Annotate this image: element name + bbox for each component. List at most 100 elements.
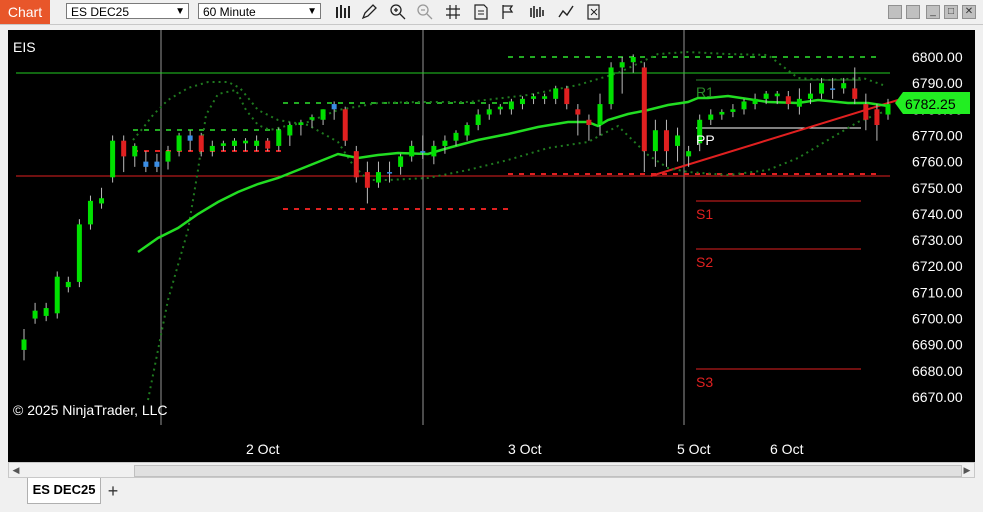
- candle: [497, 104, 503, 115]
- candle: [165, 145, 171, 170]
- candle: [830, 77, 836, 99]
- instrument-value: ES DEC25: [71, 5, 130, 19]
- candle: [586, 114, 592, 141]
- price-tick-label: 6700.00: [912, 311, 963, 327]
- horizontal-scrollbar[interactable]: ◀ ▶: [8, 462, 975, 478]
- interval-select[interactable]: 60 Minute ▼: [198, 3, 321, 19]
- candle: [542, 93, 548, 105]
- candle: [398, 153, 404, 175]
- bars-icon[interactable]: [334, 3, 352, 21]
- minimize-button[interactable]: [888, 5, 902, 19]
- interval-value: 60 Minute: [203, 5, 256, 19]
- candle: [176, 132, 182, 157]
- candle: [874, 104, 880, 141]
- chart-window: Chart ES DEC25 ▼ 60 Minute ▼ _ □ ✕ 6800.…: [0, 0, 983, 512]
- candle: [597, 93, 603, 136]
- strategy-icon[interactable]: [500, 3, 518, 21]
- pivot-label-s1: S1: [696, 206, 713, 222]
- price-chart[interactable]: 6800.006790.006780.006770.006760.006750.…: [8, 30, 975, 462]
- pivot-label-r1: R1: [696, 84, 714, 100]
- candle: [187, 130, 193, 152]
- candle: [32, 302, 38, 324]
- candle: [198, 132, 204, 157]
- candle: [65, 276, 71, 293]
- tab-bar: ES DEC25 +: [0, 478, 983, 512]
- time-tick-label: 6 Oct: [770, 441, 804, 457]
- chevron-down-icon: ▼: [307, 6, 317, 17]
- candle: [519, 96, 525, 110]
- candle: [486, 104, 492, 120]
- indicator-label: EIS: [13, 39, 36, 55]
- indicators-icon[interactable]: [528, 3, 546, 21]
- time-tick-label: 5 Oct: [677, 441, 711, 457]
- candle: [265, 138, 271, 152]
- close-button[interactable]: ✕: [962, 5, 976, 19]
- candle: [121, 135, 127, 173]
- candle: [575, 104, 581, 136]
- crosshair-icon[interactable]: [444, 3, 462, 21]
- tab-es-dec25[interactable]: ES DEC25: [27, 478, 101, 504]
- candle: [154, 153, 160, 173]
- properties-icon[interactable]: [472, 3, 490, 21]
- candle: [752, 93, 758, 110]
- chevron-down-icon: ▼: [175, 6, 185, 17]
- candle: [143, 151, 149, 173]
- price-tick-label: 6710.00: [912, 284, 963, 300]
- maximize-button[interactable]: □: [944, 5, 958, 19]
- candle: [132, 143, 138, 167]
- instrument-select[interactable]: ES DEC25 ▼: [66, 3, 189, 19]
- candle: [21, 329, 27, 361]
- pivot-label-pp: PP: [696, 132, 715, 148]
- candle: [442, 135, 448, 154]
- price-tick-label: 6800.00: [912, 49, 963, 65]
- price-tick-label: 6760.00: [912, 154, 963, 170]
- price-tick-label: 6690.00: [912, 337, 963, 353]
- candle: [475, 109, 481, 131]
- upper-band: [147, 50, 884, 401]
- minimize-window-button[interactable]: _: [926, 5, 940, 19]
- templates-icon[interactable]: [557, 3, 575, 21]
- candle: [309, 114, 315, 128]
- candle: [99, 187, 105, 209]
- candle: [619, 57, 625, 94]
- copyright-text: © 2025 NinjaTrader, LLC: [13, 402, 168, 418]
- add-tab-button[interactable]: +: [103, 481, 123, 501]
- candle: [730, 104, 736, 118]
- candle: [796, 88, 802, 115]
- candle: [76, 219, 82, 288]
- candle: [364, 161, 370, 204]
- candle: [719, 109, 725, 120]
- data-series-icon[interactable]: [585, 3, 603, 21]
- scroll-right-icon[interactable]: ▶: [960, 463, 974, 477]
- pencil-icon[interactable]: [360, 3, 378, 21]
- chart-menu-button[interactable]: Chart: [0, 0, 50, 24]
- scroll-thumb[interactable]: [134, 465, 962, 477]
- pivot-label-s3: S3: [696, 374, 713, 390]
- candle: [43, 302, 49, 322]
- zoom-out-icon[interactable]: [416, 3, 434, 21]
- price-tick-label: 6720.00: [912, 258, 963, 274]
- candle: [453, 130, 459, 146]
- candle: [342, 106, 348, 146]
- candle: [209, 140, 215, 157]
- price-tick-label: 6790.00: [912, 75, 963, 91]
- restore-button[interactable]: [906, 5, 920, 19]
- candle: [641, 62, 647, 173]
- price-tick-label: 6750.00: [912, 180, 963, 196]
- zoom-in-icon[interactable]: [389, 3, 407, 21]
- trend-line: [650, 99, 899, 177]
- candle: [608, 62, 614, 110]
- scroll-left-icon[interactable]: ◀: [9, 463, 23, 477]
- candle: [553, 85, 559, 105]
- candle: [652, 119, 658, 167]
- current-price: 6782.25: [905, 96, 956, 112]
- candle: [110, 135, 116, 183]
- price-tick-label: 6670.00: [912, 389, 963, 405]
- time-tick-label: 2 Oct: [246, 441, 280, 457]
- candle: [353, 145, 359, 183]
- candle: [708, 109, 714, 125]
- candle: [320, 109, 326, 125]
- pivot-label-s2: S2: [696, 254, 713, 270]
- candle: [87, 195, 93, 230]
- candle: [231, 138, 237, 152]
